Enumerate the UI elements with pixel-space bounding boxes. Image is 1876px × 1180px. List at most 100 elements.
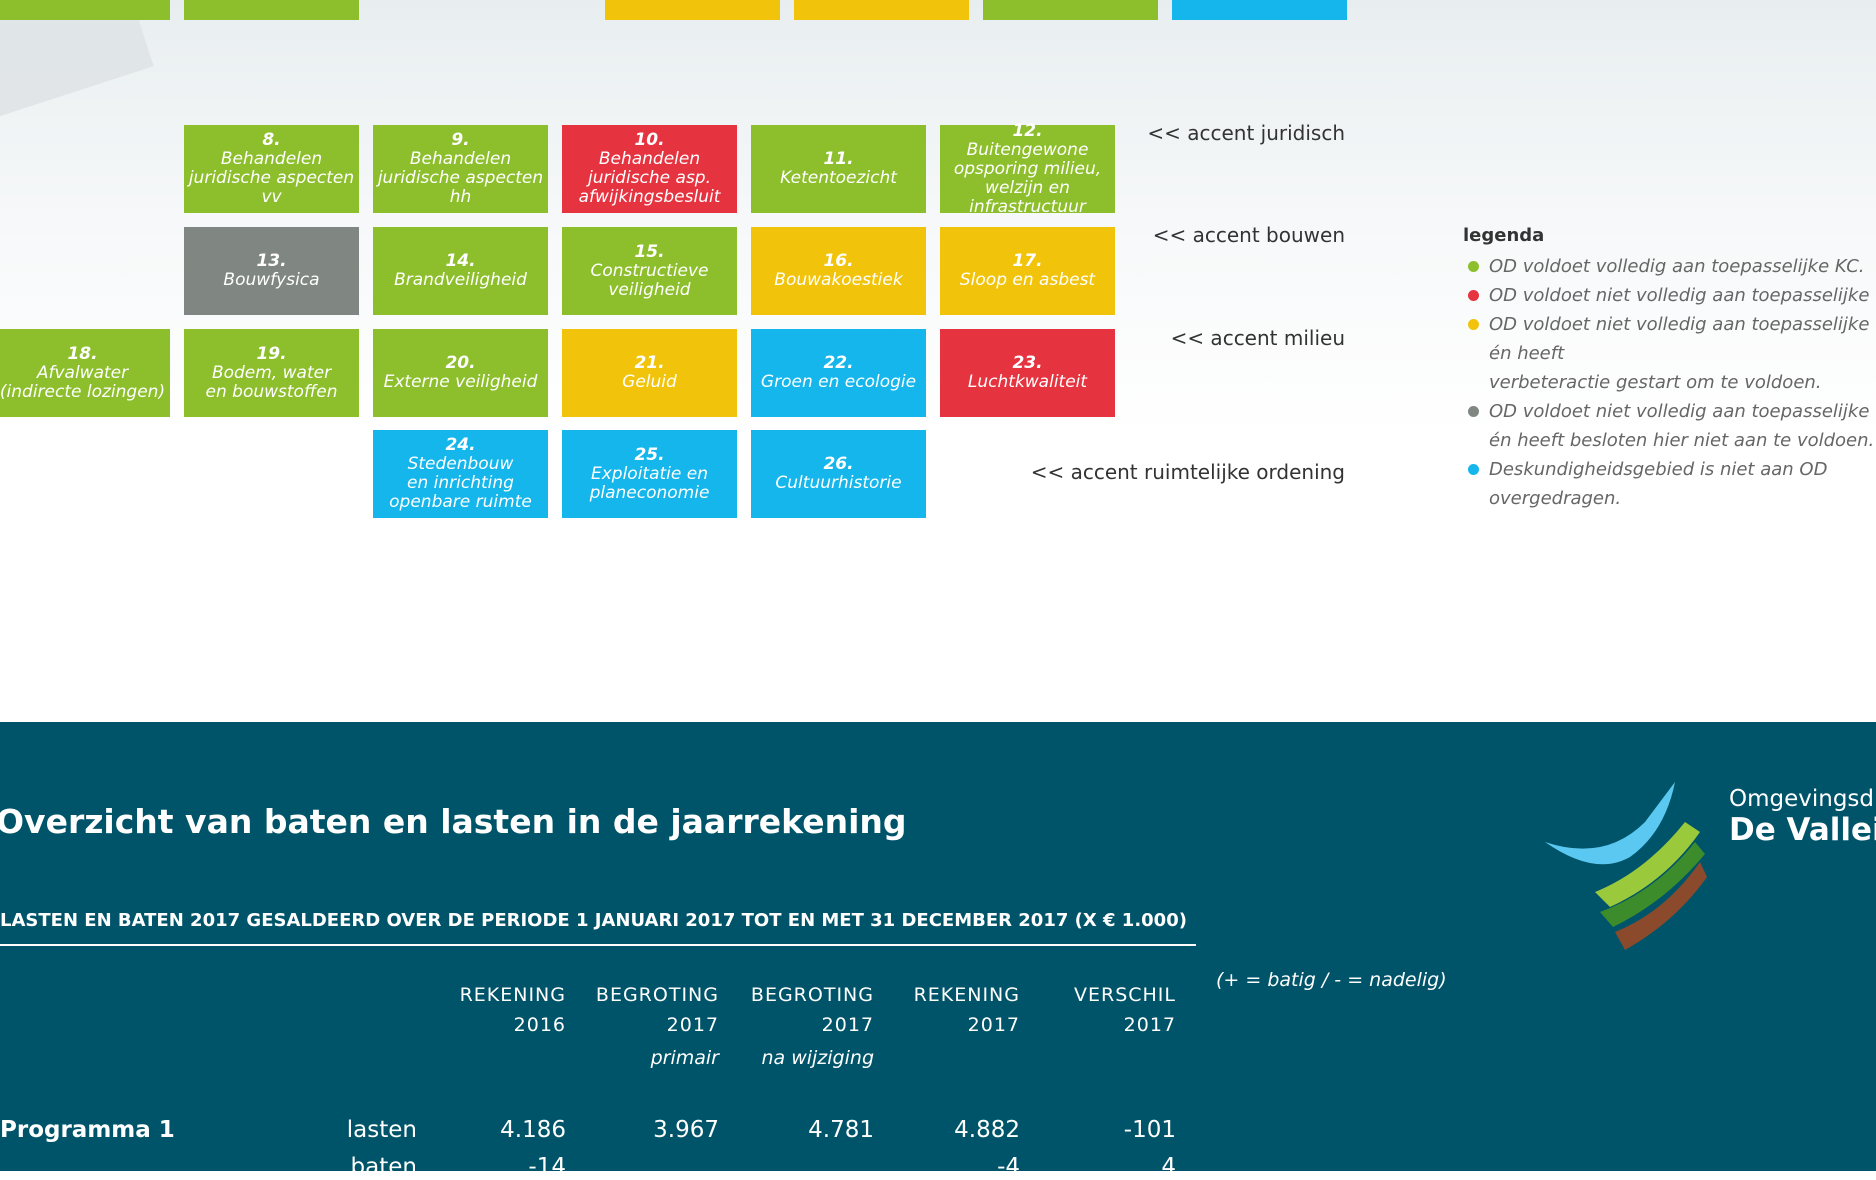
table-cell: 4.186: [500, 1117, 566, 1143]
competence-tile-13: 13. Bouwfysica: [184, 227, 359, 315]
section-title: Overzicht van baten en lasten in de jaar…: [0, 802, 907, 841]
row-kind: lasten: [346, 1117, 417, 1143]
financial-overview-section: Overzicht van baten en lasten in de jaar…: [0, 722, 1876, 1180]
column-header-h2: 2017: [821, 1014, 874, 1036]
table-cell: 3.967: [653, 1117, 719, 1143]
column-header: VERSCHIL 2017: [1016, 980, 1176, 1076]
tile-label: Constructieve veiligheid: [590, 260, 709, 300]
table-cell: 4.882: [954, 1117, 1020, 1143]
legend-title: legenda: [1463, 225, 1545, 246]
column-header-h2: 2017: [666, 1014, 719, 1036]
table-cell: 4: [1161, 1154, 1176, 1180]
tile-label: Externe veiligheid: [383, 372, 538, 392]
tile-number: 26.: [823, 454, 854, 474]
table-cell: -4: [997, 1154, 1020, 1180]
competence-matrix-section: 8. Behandelen juridische aspecten vv 9. Beh…: [0, 0, 1876, 722]
legend-dot-icon: [1468, 464, 1479, 475]
tile-label: Ketentoezicht: [780, 168, 897, 188]
legend-text: OD voldoet niet volledig aan toepasselij…: [1489, 314, 1870, 393]
top-strip-tile: [184, 0, 359, 20]
table-cell: -101: [1123, 1117, 1176, 1143]
tile-number: 25.: [634, 444, 665, 465]
tile-label: Geluid: [622, 372, 677, 392]
row-kind: baten: [350, 1154, 417, 1180]
top-strip-tile: [1172, 0, 1347, 20]
legend-item: OD voldoet niet volledig aan toepasselij…: [1463, 310, 1876, 397]
legend-dot-icon: [1468, 261, 1479, 272]
table-cell: 4.781: [808, 1117, 874, 1143]
tile-number: 14.: [445, 251, 476, 271]
tile-label: Groen en ecologie: [760, 372, 917, 392]
competence-tile-23: 23. Luchtkwaliteit: [940, 329, 1115, 417]
legend: legenda OD voldoet volledig aan toepasse…: [1463, 225, 1876, 513]
column-header-h3: [1016, 1040, 1176, 1076]
tile-number: 22.: [823, 353, 854, 373]
top-strip-tile: [983, 0, 1158, 20]
legend-item: Deskundigheidsgebied is niet aan OD over…: [1463, 455, 1876, 513]
accent-label-milieu: << accent milieu: [1170, 326, 1345, 350]
competence-tile-21: 21. Geluid: [562, 329, 737, 417]
column-header-h3: [860, 1040, 1020, 1076]
top-strip-tile: [0, 0, 170, 20]
tile-number: 21.: [634, 353, 665, 373]
tile-label: Behandelen juridische asp. afwijkingsbes…: [578, 149, 721, 207]
column-header-h2: 2016: [513, 1014, 566, 1036]
table-cell: -14: [528, 1154, 566, 1180]
competence-tile-10: 10. Behandelen juridische asp. afwijkings…: [562, 125, 737, 213]
column-header-h3: primair: [650, 1047, 719, 1069]
row-label: Programma 1: [0, 1117, 175, 1143]
column-header: BEGROTING 2017 primair: [559, 980, 719, 1076]
column-header: REKENING 2017: [860, 980, 1020, 1076]
column-header-h3: na wijziging: [761, 1047, 874, 1069]
column-header: BEGROTING 2017 na wijziging: [714, 980, 874, 1076]
legend-dot-icon: [1468, 290, 1479, 301]
competence-tile-12: 12. Buitengewone opsporing milieu, welzij…: [940, 120, 1115, 216]
tile-number: 10.: [634, 130, 665, 150]
accent-label-bouwen: << accent bouwen: [1152, 223, 1345, 247]
tile-number: 13.: [256, 251, 287, 271]
legend-item: OD voldoet niet volledig aan toepasselij…: [1463, 281, 1876, 310]
column-header-h1: VERSCHIL: [1073, 984, 1176, 1006]
tile-label: Bouwfysica: [223, 270, 320, 290]
tile-number: 17.: [1012, 251, 1043, 271]
competence-tile-11: 11. Ketentoezicht: [751, 125, 926, 213]
logo-text-line2: De Vallei: [1729, 812, 1876, 848]
competence-tile-9: 9. Behandelen juridische aspecten hh: [373, 125, 548, 213]
table-caption: LASTEN EN BATEN 2017 GESALDEERD OVER DE …: [0, 910, 1187, 931]
competence-tile-19: 19. Bodem, water en bouwstoffen: [184, 329, 359, 417]
top-strip-tile: [794, 0, 969, 20]
tile-label: Buitengewone opsporing milieu, welzijn e…: [953, 139, 1102, 217]
competence-tile-17: 17. Sloop en asbest: [940, 227, 1115, 315]
competence-tile-24: 24. Stedenbouw en inrichting openbare rui…: [373, 430, 548, 518]
legend-text: OD voldoet volledig aan toepasselijke KC…: [1489, 256, 1865, 277]
column-header: REKENING 2016: [406, 980, 566, 1076]
tile-label: Behandelen juridische aspecten vv: [188, 149, 355, 207]
tile-label: Afvalwater (indirecte lozingen): [0, 362, 166, 402]
legend-item: OD voldoet volledig aan toepasselijke KC…: [1463, 252, 1876, 281]
column-header-h2: 2017: [1123, 1014, 1176, 1036]
tile-number: 9.: [451, 130, 470, 150]
tile-label: Luchtkwaliteit: [967, 372, 1088, 392]
legend-text: Deskundigheidsgebied is niet aan OD over…: [1489, 459, 1828, 509]
tile-label: Brandveiligheid: [394, 270, 527, 290]
tile-number: 19.: [256, 343, 287, 364]
tile-number: 23.: [1012, 353, 1043, 373]
column-header-h1: REKENING: [459, 984, 566, 1006]
tile-label: Stedenbouw en inrichting openbare ruimte: [389, 454, 532, 512]
legend-text: OD voldoet niet volledig aan toepasselij…: [1489, 401, 1875, 451]
omgevingsdienst-logo-icon: [1545, 782, 1707, 950]
column-header-h3: [406, 1040, 566, 1076]
tile-number: 16.: [823, 251, 854, 271]
tile-label: Sloop en asbest: [959, 270, 1096, 290]
competence-tile-20: 20. Externe veiligheid: [373, 329, 548, 417]
tile-number: 12.: [1012, 120, 1043, 141]
tile-number: 20.: [445, 353, 476, 373]
legend-dot-icon: [1468, 406, 1479, 417]
tile-label: Behandelen juridische aspecten hh: [377, 149, 544, 207]
competence-tile-25: 25. Exploitatie en planeconomie: [562, 430, 737, 518]
competence-tile-8: 8. Behandelen juridische aspecten vv: [184, 125, 359, 213]
tile-label: Cultuurhistorie: [775, 473, 902, 493]
tile-label: Bouwakoestiek: [774, 270, 903, 290]
column-header-h1: BEGROTING: [750, 984, 874, 1006]
tile-number: 24.: [445, 435, 476, 455]
